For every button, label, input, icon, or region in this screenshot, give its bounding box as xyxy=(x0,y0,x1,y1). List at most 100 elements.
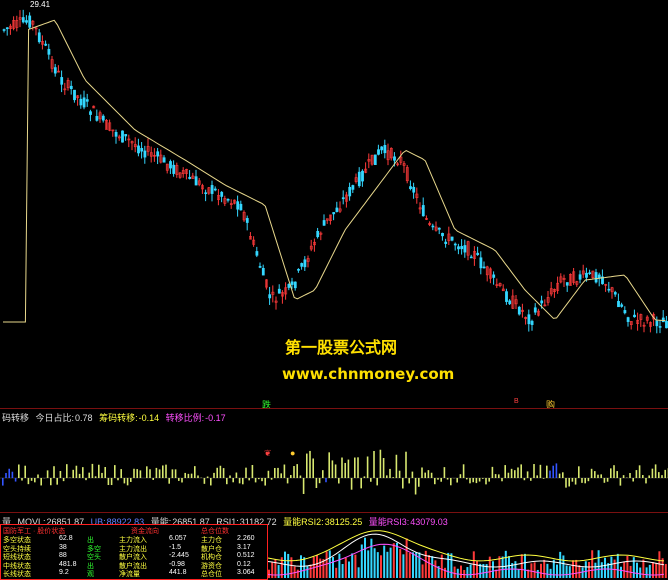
indicator-bar xyxy=(312,458,314,478)
candle xyxy=(646,315,648,323)
volume-bar xyxy=(338,554,340,578)
indicator-bar xyxy=(162,465,164,478)
candle xyxy=(333,212,335,220)
volume-bar xyxy=(505,551,507,578)
candle xyxy=(557,277,559,294)
indicator-bar xyxy=(479,478,481,482)
indicator-bar xyxy=(274,468,276,478)
candle xyxy=(573,268,575,285)
indicator-bar xyxy=(546,466,548,478)
candle xyxy=(224,196,226,206)
indicator-bar xyxy=(63,478,65,481)
volume-bar xyxy=(623,562,625,578)
chip-transfer-panel[interactable]: 码转移 今日占比:0.78 筹码转移:-0.14 转移比例:-0.17 ❦ ● xyxy=(0,410,668,512)
indicator-bar xyxy=(328,452,330,478)
candle xyxy=(64,83,66,95)
candle xyxy=(157,148,159,164)
candle xyxy=(537,309,539,317)
volume-bar xyxy=(665,564,667,578)
candle xyxy=(233,199,235,204)
volume-bar xyxy=(601,562,603,578)
indicator-bar xyxy=(60,471,62,478)
indicator-bar xyxy=(50,478,52,485)
indicator-bar xyxy=(501,478,503,481)
volume-bar xyxy=(569,566,571,578)
indicator-bar xyxy=(181,478,183,482)
candle xyxy=(592,271,594,280)
indicator-bar xyxy=(354,458,356,478)
indicator-bar xyxy=(21,478,23,481)
candle xyxy=(566,282,568,292)
indicator-bar xyxy=(373,451,375,478)
candle xyxy=(349,183,351,201)
volume-bar xyxy=(447,553,449,578)
volume-bar xyxy=(310,565,312,578)
info-mid-value: 441.8 xyxy=(169,569,187,576)
candle xyxy=(633,310,635,318)
indicator-bar xyxy=(239,478,241,483)
volume-bar xyxy=(537,570,539,578)
indicator-bar xyxy=(584,478,586,483)
indicator-bars[interactable] xyxy=(0,410,668,512)
indicator-bar xyxy=(197,475,199,478)
candle xyxy=(294,281,296,290)
candle xyxy=(544,299,546,306)
volume-bar xyxy=(642,560,644,578)
candle xyxy=(16,16,18,32)
candle xyxy=(576,281,578,287)
indicator-bar xyxy=(34,478,36,482)
indicator-bar xyxy=(188,474,190,478)
candle xyxy=(205,190,207,201)
candle xyxy=(160,150,162,164)
indicator-bar xyxy=(552,466,554,478)
candle xyxy=(211,181,213,202)
candle xyxy=(253,236,255,247)
indicator-bar xyxy=(258,478,260,479)
indicator-bar xyxy=(31,478,33,481)
candle xyxy=(397,162,399,166)
candle xyxy=(637,313,639,331)
candle xyxy=(99,110,101,122)
candle xyxy=(582,265,584,278)
indicator-bar xyxy=(76,466,78,478)
volume-bar xyxy=(626,556,628,578)
candle xyxy=(368,153,370,168)
candle xyxy=(326,219,328,224)
volume-bar xyxy=(386,552,388,578)
candle xyxy=(230,199,232,209)
info-row-value: 38 xyxy=(59,544,67,551)
indicator-bar xyxy=(341,458,343,478)
price-chart-panel[interactable]: 29.41 第一股票公式网 www.chnmoney.com 跌 B 购 xyxy=(0,0,668,408)
indicator-bar xyxy=(559,474,561,478)
indicator-bar xyxy=(309,451,311,478)
indicator-bar xyxy=(2,478,4,486)
indicator-bar xyxy=(645,478,647,483)
volume-bar xyxy=(367,550,369,578)
indicator-bar xyxy=(565,478,567,488)
volume-bar xyxy=(639,568,641,578)
volume-bar xyxy=(652,562,654,578)
indicator-bar xyxy=(472,478,474,482)
indicator-bar xyxy=(232,478,234,482)
indicator-bar xyxy=(159,469,161,478)
candle xyxy=(569,273,571,285)
indicator-bar xyxy=(380,450,382,478)
volume-bar xyxy=(396,543,398,578)
volume-bar xyxy=(377,552,379,578)
candle xyxy=(297,268,299,273)
indicator-bar xyxy=(245,468,247,478)
indicator-bar xyxy=(616,471,618,478)
candle xyxy=(22,10,24,24)
volume-bar xyxy=(588,562,590,578)
candle xyxy=(486,266,488,282)
volume-bar xyxy=(463,570,465,578)
candle xyxy=(179,172,181,179)
candle xyxy=(499,282,501,287)
candle xyxy=(422,197,424,216)
candle xyxy=(461,239,463,254)
indicator-bar xyxy=(591,469,593,478)
indicator-bar xyxy=(396,455,398,478)
indicator-bar xyxy=(661,475,663,478)
indicator-bar xyxy=(476,478,478,483)
candle xyxy=(192,173,194,179)
